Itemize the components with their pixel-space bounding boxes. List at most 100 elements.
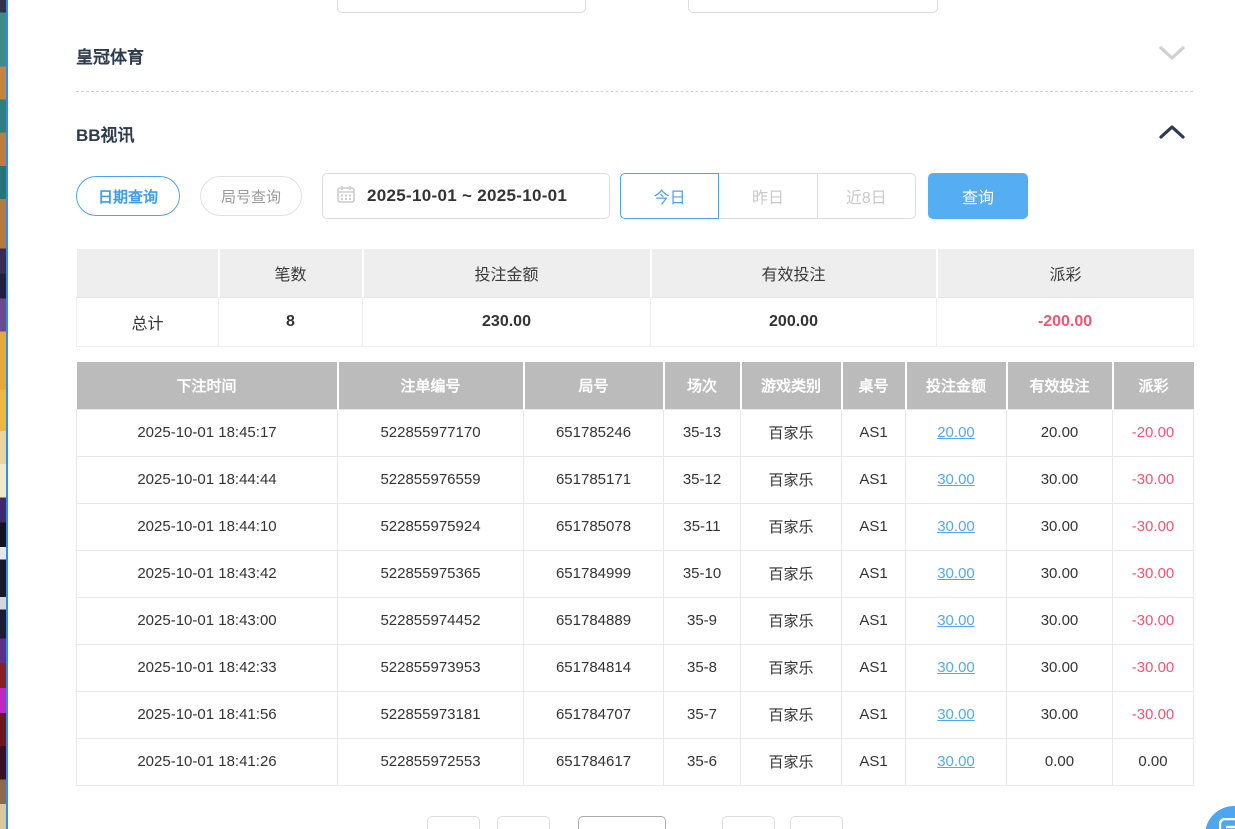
payout-cell: -30.00 <box>1113 691 1194 738</box>
background-art-strip <box>0 0 8 829</box>
valid-bet-cell: 20.00 <box>1007 409 1113 456</box>
bet-amount-link[interactable]: 30.00 <box>937 518 975 535</box>
partial-input-left[interactable] <box>337 0 586 13</box>
bet-amount-link[interactable]: 30.00 <box>937 706 975 723</box>
pager-next-button[interactable] <box>722 816 775 829</box>
payout-cell: -30.00 <box>1113 644 1194 691</box>
bet-amount-cell: 30.00 <box>906 738 1007 785</box>
summary-count-value: 8 <box>219 297 363 346</box>
summary-header-row: 笔数 投注金额 有效投注 派彩 <box>77 249 1194 297</box>
table-id-cell: AS1 <box>842 456 906 503</box>
quick-range-group: 今日 昨日 近8日 <box>620 173 916 219</box>
round-id-cell: 651784889 <box>524 597 664 644</box>
table-row: 2025-10-01 18:44:10522855975924651785078… <box>77 503 1194 550</box>
table-row: 2025-10-01 18:44:44522855976559651785171… <box>77 456 1194 503</box>
summary-table: 笔数 投注金额 有效投注 派彩 总计 8 230.00 200.00 -200.… <box>76 249 1194 347</box>
date-query-tab[interactable]: 日期查询 <box>76 176 180 216</box>
bet-id-cell: 522855977170 <box>338 409 524 456</box>
date-range-picker[interactable]: 2025-10-01 ~ 2025-10-01 <box>322 173 610 219</box>
summary-valid-bet-value: 200.00 <box>651 297 937 346</box>
payout-cell: 0.00 <box>1113 738 1194 785</box>
summary-header-valid-bet: 有效投注 <box>651 249 937 297</box>
customer-service-button[interactable] <box>1205 806 1235 829</box>
search-button[interactable]: 查询 <box>928 173 1028 219</box>
valid-bet-cell: 30.00 <box>1007 597 1113 644</box>
pager-prev-button[interactable] <box>427 816 480 829</box>
game-type-cell: 百家乐 <box>741 738 842 785</box>
bet-amount-link[interactable]: 30.00 <box>937 471 975 488</box>
round-id-cell: 651784999 <box>524 550 664 597</box>
table-id-cell: AS1 <box>842 738 906 785</box>
bet-amount-cell: 30.00 <box>906 691 1007 738</box>
round-id-cell: 651784617 <box>524 738 664 785</box>
table-row: 2025-10-01 18:43:42522855975365651784999… <box>77 550 1194 597</box>
summary-header-bet-amount: 投注金额 <box>363 249 651 297</box>
valid-bet-cell: 30.00 <box>1007 456 1113 503</box>
bet-amount-link[interactable]: 30.00 <box>937 565 975 582</box>
valid-bet-cell: 30.00 <box>1007 503 1113 550</box>
summary-total-label: 总计 <box>77 297 219 346</box>
bet-id-cell: 522855974452 <box>338 597 524 644</box>
pager-goto-button[interactable] <box>790 816 843 829</box>
game-type-cell: 百家乐 <box>741 644 842 691</box>
game-type-cell: 百家乐 <box>741 691 842 738</box>
payout-cell: -30.00 <box>1113 503 1194 550</box>
table-row: 2025-10-01 18:45:17522855977170651785246… <box>77 409 1194 456</box>
bet-table: 下注时间 注单编号 局号 场次 游戏类别 桌号 投注金额 有效投注 派彩 202… <box>76 362 1194 786</box>
header-payout: 派彩 <box>1113 362 1194 409</box>
yesterday-button[interactable]: 昨日 <box>718 173 817 219</box>
round-id-cell: 651784707 <box>524 691 664 738</box>
bet-amount-link[interactable]: 30.00 <box>937 753 975 770</box>
crown-expand-button[interactable] <box>1151 44 1193 66</box>
round-query-tab[interactable]: 局号查询 <box>200 176 302 216</box>
bet-time-cell: 2025-10-01 18:41:56 <box>77 691 338 738</box>
session-cell: 35-8 <box>664 644 741 691</box>
game-type-cell: 百家乐 <box>741 550 842 597</box>
bet-table-body: 2025-10-01 18:45:17522855977170651785246… <box>77 409 1194 785</box>
chevron-down-icon <box>1159 49 1185 64</box>
bet-id-cell: 522855972553 <box>338 738 524 785</box>
bet-time-cell: 2025-10-01 18:43:42 <box>77 550 338 597</box>
bet-table-header-row: 下注时间 注单编号 局号 场次 游戏类别 桌号 投注金额 有效投注 派彩 <box>77 362 1194 409</box>
table-row: 2025-10-01 18:41:26522855972553651784617… <box>77 738 1194 785</box>
summary-header-payout: 派彩 <box>937 249 1194 297</box>
bet-amount-cell: 30.00 <box>906 644 1007 691</box>
table-id-cell: AS1 <box>842 409 906 456</box>
today-button[interactable]: 今日 <box>620 173 719 219</box>
partial-input-right[interactable] <box>688 0 938 13</box>
round-id-cell: 651785171 <box>524 456 664 503</box>
bet-id-cell: 522855973953 <box>338 644 524 691</box>
bet-amount-link[interactable]: 30.00 <box>937 612 975 629</box>
session-cell: 35-6 <box>664 738 741 785</box>
bet-id-cell: 522855975924 <box>338 503 524 550</box>
round-id-cell: 651785078 <box>524 503 664 550</box>
payout-cell: -20.00 <box>1113 409 1194 456</box>
table-id-cell: AS1 <box>842 691 906 738</box>
session-cell: 35-9 <box>664 597 741 644</box>
header-bet-amount: 投注金额 <box>906 362 1007 409</box>
header-game-type: 游戏类别 <box>741 362 842 409</box>
bet-time-cell: 2025-10-01 18:41:26 <box>77 738 338 785</box>
section-divider <box>76 91 1193 92</box>
chevron-up-icon <box>1159 127 1185 142</box>
pager-size-select[interactable] <box>578 816 666 829</box>
header-session: 场次 <box>664 362 741 409</box>
bb-collapse-button[interactable] <box>1151 122 1193 144</box>
bet-amount-cell: 30.00 <box>906 503 1007 550</box>
table-id-cell: AS1 <box>842 550 906 597</box>
session-cell: 35-11 <box>664 503 741 550</box>
game-type-cell: 百家乐 <box>741 503 842 550</box>
last8days-button[interactable]: 近8日 <box>817 173 916 219</box>
table-id-cell: AS1 <box>842 597 906 644</box>
crown-sports-title: 皇冠体育 <box>76 43 144 68</box>
bet-amount-link[interactable]: 30.00 <box>937 659 975 676</box>
summary-bet-amount-value: 230.00 <box>363 297 651 346</box>
bet-amount-link[interactable]: 20.00 <box>937 424 975 441</box>
bet-id-cell: 522855976559 <box>338 456 524 503</box>
summary-payout-value: -200.00 <box>937 297 1194 346</box>
pager-page-button[interactable] <box>497 816 550 829</box>
bet-amount-cell: 30.00 <box>906 597 1007 644</box>
valid-bet-cell: 30.00 <box>1007 644 1113 691</box>
date-range-value: 2025-10-01 ~ 2025-10-01 <box>367 186 567 206</box>
header-bet-time: 下注时间 <box>77 362 338 409</box>
